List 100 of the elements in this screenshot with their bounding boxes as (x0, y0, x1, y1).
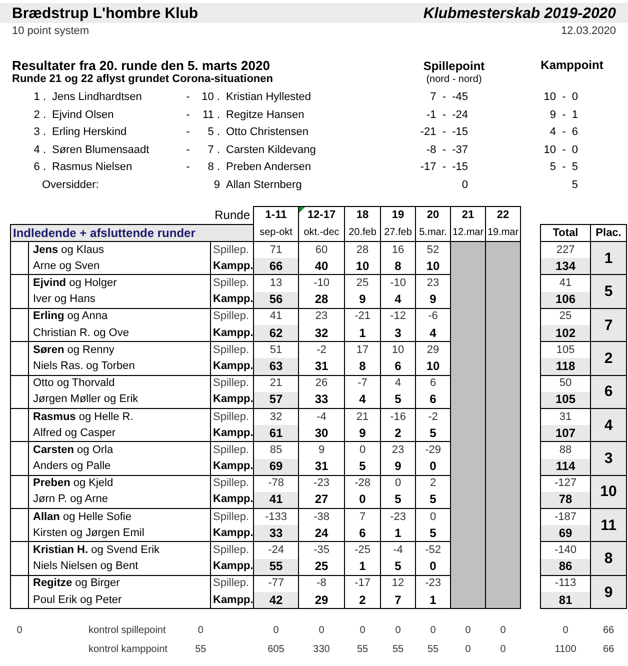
game-points: -17 - -15 (419, 160, 468, 176)
row-label: Spillep. (210, 408, 254, 426)
table-cell: 28 (298, 292, 345, 308)
player-name: Ejvind Olsen (52, 108, 115, 123)
section-heading: Indledende + afsluttende runder (10, 224, 254, 242)
table-cell: 69 (254, 458, 299, 476)
place-cell: 8 (590, 542, 627, 576)
table-cell: 4 (380, 292, 416, 308)
versus-dash: - (185, 90, 191, 106)
table-cell: 9 (416, 292, 451, 308)
table-cell: 5 (344, 458, 381, 476)
place-cell: 7 (590, 308, 627, 342)
table-cell: 63 (254, 358, 299, 376)
table-cell: 42 (254, 592, 299, 609)
pair-name: Anders og Palle (28, 458, 210, 476)
table-cell: 31 (298, 358, 345, 376)
table-cell: 1 (380, 525, 416, 542)
place-cell: 9 (590, 575, 627, 609)
round-header: 12-17 (298, 206, 345, 225)
pair-name: Christian R. og Ove (28, 325, 210, 342)
round-header: 1-11 (254, 206, 299, 225)
row-label: Spillep. (210, 274, 254, 292)
table-cell: 31 (298, 458, 345, 476)
table-cell: 8 (344, 358, 381, 376)
round-header: 20 (416, 206, 451, 225)
player-name: Erling Herskind (52, 125, 128, 140)
row-label: Spillep. (210, 475, 254, 492)
place-cell: 4 (590, 408, 627, 442)
seat-number: 7 . (206, 142, 220, 158)
table-cell: 29 (298, 592, 345, 609)
player-name: Otto Christensen (226, 125, 310, 140)
check-value: 605 (266, 642, 286, 657)
versus-dash: - (185, 125, 191, 140)
game-points: -21 - -15 (419, 125, 468, 140)
pair-name: Poul Erik og Peter (28, 592, 210, 609)
versus-dash: - (185, 142, 191, 158)
table-cell: 8 (380, 258, 416, 275)
check-value: 0 (16, 624, 24, 638)
seat-number: 3 . (32, 125, 46, 140)
check-value: 55 (391, 642, 405, 657)
game-points: 7 - -45 (429, 90, 468, 106)
game-points: -1 - -24 (425, 108, 468, 123)
round-dates: okt.-dec (298, 224, 345, 242)
row-label: Spillep. (210, 542, 254, 559)
check-value: 1100 (554, 642, 578, 657)
table-cell: 5 (416, 492, 451, 509)
seat-number: 4 . (32, 142, 46, 158)
match-points: 5 - 5 (548, 160, 578, 176)
game-points: -8 - -37 (425, 142, 468, 158)
table-cell: 107 (540, 425, 591, 442)
check-value: 55 (356, 642, 370, 657)
place-cell: 3 (590, 442, 627, 476)
cancellation-note: Runde 21 og 22 aflyst grundet Corona-situationen (12, 72, 274, 86)
row-label: Spillep. (210, 308, 254, 325)
table-cell: 32 (298, 325, 345, 342)
check-value: 0 (464, 642, 472, 657)
row-label: Spillep. (210, 375, 254, 392)
table-cell: 7 (380, 592, 416, 609)
round-dates: 27.feb (380, 224, 416, 242)
table-cell: 0 (344, 492, 381, 509)
championship-title: Klubmesterskab 2019-2020 (423, 4, 616, 24)
table-cell: 114 (540, 458, 591, 476)
round-header: 22 (486, 206, 521, 225)
seat-number: 10 . (200, 90, 220, 106)
point-system-label: 10 point system (12, 24, 90, 39)
table-cell: 3 (380, 325, 416, 342)
table-cell: 61 (254, 425, 299, 442)
seat-number: 8 . (206, 160, 220, 176)
results-heading: Resultater fra 20. runde den 5. marts 2020 (12, 58, 271, 72)
seat-number: 6 . (32, 160, 46, 176)
row-label: Spillep. (210, 442, 254, 458)
check-label: kontrol kamppoint (88, 642, 168, 656)
table-cell: 2 (380, 425, 416, 442)
check-value: 0 (562, 624, 570, 638)
table-cell: 5 (380, 558, 416, 576)
table-cell: 106 (540, 292, 591, 308)
player-name: Regitze Hansen (226, 108, 306, 123)
seat-number: 2 . (32, 108, 46, 123)
table-cell: 1 (344, 325, 381, 342)
check-value: 55 (194, 642, 208, 656)
check-value: 0 (499, 642, 507, 657)
table-cell: 134 (540, 258, 591, 275)
round-header: 18 (344, 206, 381, 225)
game-points: 0 (460, 178, 468, 194)
pair-name: Alfred og Casper (28, 425, 210, 442)
pair-name: Kirsten og Jørgen Emil (28, 525, 210, 542)
table-cell: 9 (344, 425, 381, 442)
player-name: Allan Sternberg (226, 178, 303, 194)
table-cell: 62 (254, 325, 299, 342)
column-subheading: (nord - nord) (425, 72, 483, 86)
table-cell: 5 (380, 392, 416, 408)
comment-marker-icon (299, 207, 306, 214)
table-cell: 1 (344, 558, 381, 576)
table-cell: 33 (298, 392, 345, 408)
versus-dash: - (185, 108, 191, 123)
round-header: 21 (450, 206, 486, 225)
table-cell: 6 (344, 525, 381, 542)
player-name: Preben Andersen (226, 160, 312, 176)
table-cell: 6 (380, 358, 416, 376)
table-cell: 9 (344, 292, 381, 308)
